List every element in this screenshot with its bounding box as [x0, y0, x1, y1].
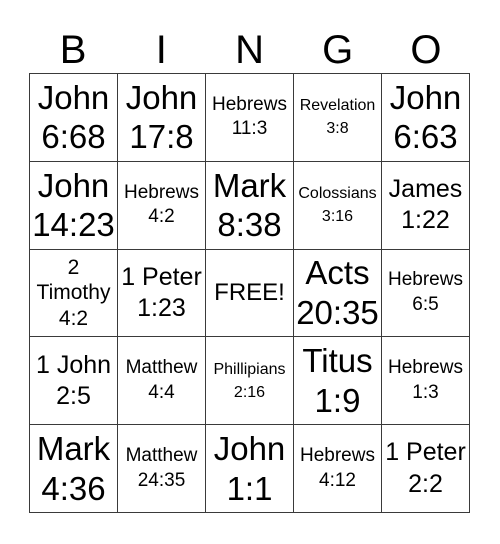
- bingo-cell[interactable]: Matthew 4:4: [118, 337, 206, 426]
- bingo-cell[interactable]: John 1:1: [206, 425, 294, 513]
- bingo-cell[interactable]: John 6:63: [382, 74, 470, 162]
- bingo-cell[interactable]: Colossians 3:16: [294, 161, 382, 250]
- bingo-cell[interactable]: John 17:8: [118, 74, 206, 162]
- bingo-cell[interactable]: Mark 8:38: [206, 161, 294, 250]
- bingo-cell[interactable]: Hebrews 4:2: [118, 161, 206, 250]
- bingo-cell[interactable]: 1 Peter 2:2: [382, 425, 470, 513]
- header-letter-g: G: [322, 28, 354, 72]
- bingo-cell[interactable]: Hebrews 1:3: [382, 337, 470, 426]
- free-space-cell[interactable]: FREE!: [206, 249, 294, 338]
- bingo-card-grid: John 6:68 John 17:8 Hebrews 11:3 Revelation…: [29, 73, 470, 513]
- bingo-cell[interactable]: Titus 1:9: [294, 337, 382, 426]
- header-letter-b: B: [59, 28, 87, 72]
- bingo-cell[interactable]: John 14:23: [30, 161, 118, 250]
- bingo-cell[interactable]: Hebrews 6:5: [382, 249, 470, 338]
- bingo-cell[interactable]: James 1:22: [382, 161, 470, 250]
- bingo-cell[interactable]: 1 John 2:5: [30, 337, 118, 426]
- header-letter-i: I: [155, 28, 167, 72]
- bingo-cell[interactable]: Hebrews 11:3: [206, 74, 294, 162]
- header-letter-o: O: [410, 28, 442, 72]
- bingo-cell[interactable]: Hebrews 4:12: [294, 425, 382, 513]
- bingo-cell[interactable]: 1 Peter 1:23: [118, 249, 206, 338]
- bingo-cell[interactable]: Revelation 3:8: [294, 74, 382, 162]
- bingo-cell[interactable]: 2 Timothy 4:2: [30, 249, 118, 338]
- bingo-cell[interactable]: Mark 4:36: [30, 425, 118, 513]
- bingo-cell[interactable]: Phillipians 2:16: [206, 337, 294, 426]
- bingo-header: B I N G O: [29, 28, 470, 72]
- bingo-cell[interactable]: John 6:68: [30, 74, 118, 162]
- bingo-cell[interactable]: Acts 20:35: [294, 249, 382, 338]
- bingo-cell[interactable]: Matthew 24:35: [118, 425, 206, 513]
- header-letter-n: N: [235, 28, 264, 72]
